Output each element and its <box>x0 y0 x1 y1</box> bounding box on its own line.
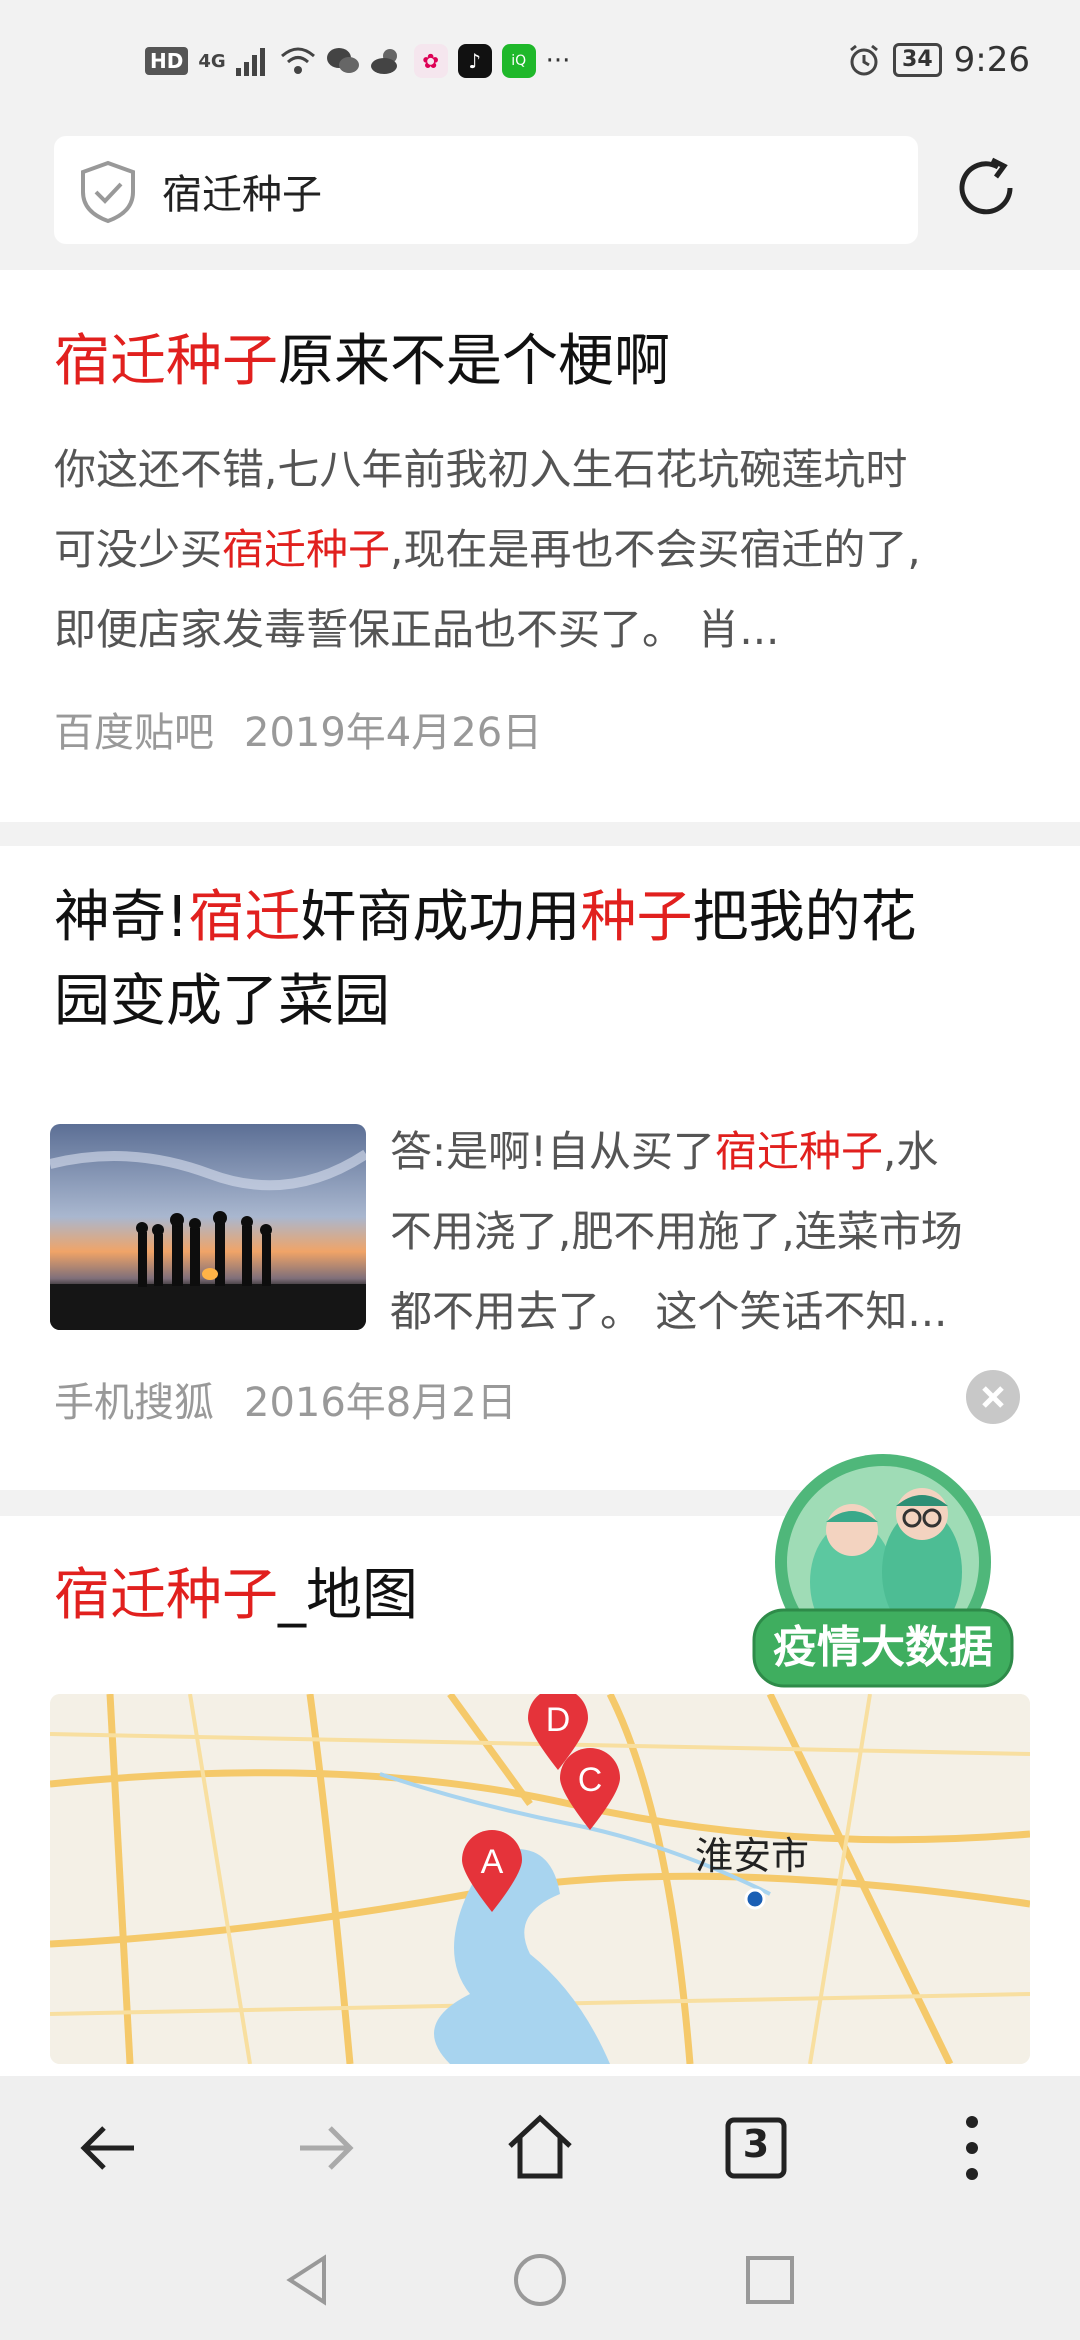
weather-icon <box>370 49 397 74</box>
snippet-line: 都不用去了。 这个笑话不知... <box>390 1287 948 1336</box>
close-icon <box>982 1386 1004 1408</box>
result-source: 手机搜狐 <box>54 1380 214 1426</box>
nav-home-icon[interactable] <box>508 2248 572 2312</box>
back-icon[interactable] <box>70 2108 150 2188</box>
title-text: 原来不是个梗啊 <box>278 329 670 394</box>
result-date: 2019年4月26日 <box>244 710 543 756</box>
browser-toolbar: 3 <box>0 2076 1080 2220</box>
snippet-line: 答:是啊!自从买了宿迁种子,水 <box>390 1127 939 1176</box>
network-type: 4G <box>198 50 226 72</box>
result-meta: 百度贴吧 2019年4月26日 <box>54 700 542 758</box>
battery-indicator: 34 <box>893 43 942 77</box>
search-result-card[interactable]: 宿迁种子原来不是个梗啊 你这还不错,七八年前我初入生石花坑碗莲坑时 可没少买宿迁… <box>0 270 1080 822</box>
status-bar: HD 4G ✿ ♪ iQ ··· 34 9:26 <box>0 0 1080 130</box>
alarm-icon <box>850 44 878 76</box>
menu-icon[interactable] <box>932 2108 1012 2188</box>
status-left: HD 4G ✿ ♪ iQ ··· <box>145 44 570 78</box>
result-snippet: 你这还不错,七八年前我初入生石花坑碗莲坑时 可没少买宿迁种子,现在是再也不会买宿… <box>54 430 921 670</box>
dismiss-button[interactable] <box>966 1370 1020 1424</box>
title-highlight: 宿迁种子 <box>54 329 278 394</box>
forward-icon[interactable] <box>284 2108 364 2188</box>
tiktok-app-icon: ♪ <box>457 44 492 78</box>
result-meta: 手机搜狐 2016年8月2日 <box>54 1370 517 1428</box>
snippet-line: 不用浇了,肥不用施了,连菜市场 <box>390 1207 963 1256</box>
result-title[interactable]: 神奇!宿迁奸商成功用种子把我的花 园变成了菜园 <box>54 876 1044 1044</box>
photos-app-icon: ✿ <box>413 44 448 78</box>
svg-text:D: D <box>546 1701 571 1739</box>
result-thumbnail[interactable] <box>50 1124 366 1330</box>
more-notifications: ··· <box>545 46 571 76</box>
tabs-count: 3 <box>742 2122 770 2166</box>
home-icon[interactable] <box>500 2108 580 2188</box>
clock: 9:26 <box>953 40 1030 80</box>
search-input[interactable]: 宿迁种子 <box>54 136 918 244</box>
iqiyi-app-icon: iQ <box>501 44 536 78</box>
wechat-icon <box>326 48 359 73</box>
snippet-line: 可没少买宿迁种子,现在是再也不会买宿迁的了, <box>54 525 921 574</box>
snippet-line: 即便店家发毒誓保正品也不买了。 肖... <box>54 605 780 654</box>
status-right: 34 9:26 <box>847 40 1030 80</box>
result-snippet: 答:是啊!自从买了宿迁种子,水 不用浇了,肥不用施了,连菜市场 都不用去了。 这… <box>390 1112 1040 1352</box>
result-source: 百度贴吧 <box>54 710 214 756</box>
wifi-icon <box>280 47 315 74</box>
map-city-label: 淮安市 <box>695 1836 809 1878</box>
shield-icon <box>81 160 135 224</box>
signal-icon <box>235 48 265 76</box>
epidemic-data-badge[interactable]: 疫情大数据 <box>752 1452 1014 1702</box>
refresh-icon[interactable] <box>950 152 1022 224</box>
badge-label: 疫情大数据 <box>773 1623 993 1672</box>
tabs-button[interactable]: 3 <box>716 2108 796 2188</box>
nav-back-icon[interactable] <box>276 2248 340 2312</box>
search-query: 宿迁种子 <box>162 172 322 218</box>
result-date: 2016年8月2日 <box>244 1380 517 1426</box>
svg-text:C: C <box>578 1761 603 1799</box>
snippet-line: 你这还不错,七八年前我初入生石花坑碗莲坑时 <box>54 445 908 494</box>
nav-recents-icon[interactable] <box>738 2248 802 2312</box>
svg-text:A: A <box>481 1843 504 1881</box>
map-preview[interactable]: 淮安市 A C D <box>50 1694 1030 2064</box>
result-title[interactable]: 宿迁种子原来不是个梗啊 <box>54 320 1044 404</box>
search-result-card[interactable]: 神奇!宿迁奸商成功用种子把我的花 园变成了菜园 答:是啊!自从买了宿迁种子,水 … <box>0 846 1080 1490</box>
search-bar: 宿迁种子 <box>0 130 1080 270</box>
system-navigation-bar <box>0 2220 1080 2340</box>
hd-indicator: HD <box>145 47 189 75</box>
